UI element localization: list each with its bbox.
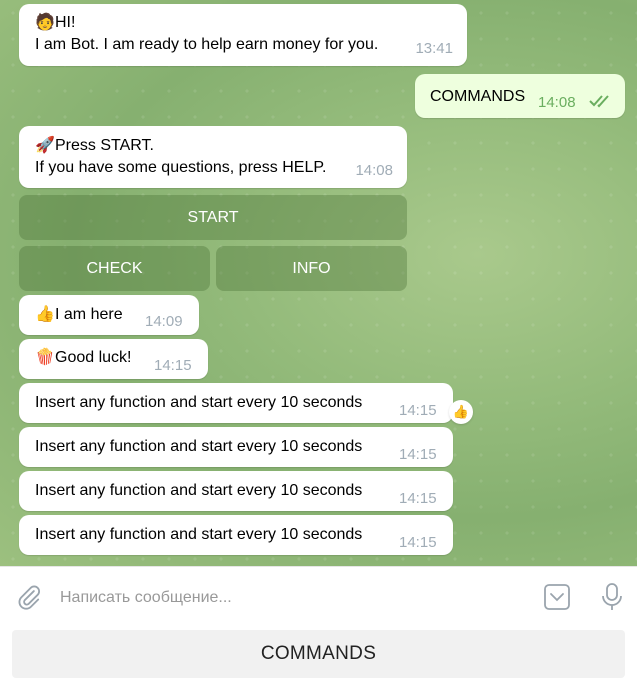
keyboard-toggle-button[interactable] [541, 581, 573, 613]
message-text: Insert any function and start every 10 s… [35, 482, 363, 499]
message-time: 14:15 [399, 446, 437, 463]
message-bubble[interactable]: Insert any function and start every 10 s… [19, 427, 453, 467]
message-line: I am Bot. I am ready to help earn money … [35, 36, 379, 53]
message-bubble[interactable]: Insert any function and start every 10 s… [19, 471, 453, 511]
message-text: Insert any function and start every 10 s… [35, 394, 363, 411]
inline-button-info[interactable]: INFO [216, 246, 407, 291]
thumbs-up-reaction-icon: 👍 [452, 404, 470, 419]
message-time: 14:15 [399, 402, 437, 419]
message-text: COMMANDS [430, 88, 526, 105]
message-time: 14:09 [145, 313, 183, 330]
message-bubble[interactable]: 👍I am here 14:09 [19, 295, 199, 335]
message-input[interactable] [58, 583, 522, 613]
message-bubble[interactable]: 🚀Press START. If you have some questions… [19, 126, 407, 188]
person-emoji-icon: 🧑 [35, 14, 55, 31]
message-composer [0, 566, 637, 627]
message-time: 14:08 [538, 94, 576, 111]
message-time: 14:15 [154, 357, 192, 374]
paperclip-icon[interactable] [14, 582, 44, 612]
message-text: 👍I am here [35, 304, 123, 326]
message-time: 14:15 [399, 490, 437, 507]
message-line: Good luck! [55, 349, 132, 366]
inline-button-start[interactable]: START [19, 195, 407, 240]
chat-area: 🧑HI! I am Bot. I am ready to help earn m… [0, 0, 637, 566]
inline-button-check[interactable]: CHECK [19, 246, 210, 291]
message-bubble[interactable]: Insert any function and start every 10 s… [19, 515, 453, 555]
message-line: HI! [55, 14, 76, 31]
message-text: 🧑HI! I am Bot. I am ready to help earn m… [35, 12, 378, 56]
reaction-badge[interactable]: 👍 [449, 400, 473, 424]
message-bubble[interactable]: 🍿Good luck! 14:15 [19, 339, 208, 379]
message-time: 14:08 [355, 162, 393, 179]
rocket-emoji-icon: 🚀 [35, 137, 55, 154]
message-time: 13:41 [415, 40, 453, 57]
message-line: Press START. [55, 137, 154, 154]
message-text: Insert any function and start every 10 s… [35, 438, 363, 455]
message-text: 🍿Good luck! [35, 347, 131, 369]
reply-keyboard-commands-button[interactable]: COMMANDS [12, 630, 625, 678]
thumbs-up-emoji-icon: 👍 [35, 306, 55, 323]
message-bubble[interactable]: Insert any function and start every 10 s… [19, 383, 453, 423]
microphone-icon[interactable] [596, 580, 628, 614]
message-text: Insert any function and start every 10 s… [35, 526, 363, 543]
message-text: 🚀Press START. If you have some questions… [35, 135, 326, 179]
message-time: 14:15 [399, 534, 437, 551]
message-line: If you have some questions, press HELP. [35, 159, 327, 176]
message-bubble-outgoing[interactable]: COMMANDS 14:08 [415, 74, 625, 118]
message-bubble[interactable]: 🧑HI! I am Bot. I am ready to help earn m… [19, 4, 467, 66]
double-check-icon [589, 93, 613, 115]
popcorn-emoji-icon: 🍿 [35, 349, 55, 366]
message-line: I am here [55, 306, 123, 323]
chevron-down-icon [544, 584, 570, 610]
